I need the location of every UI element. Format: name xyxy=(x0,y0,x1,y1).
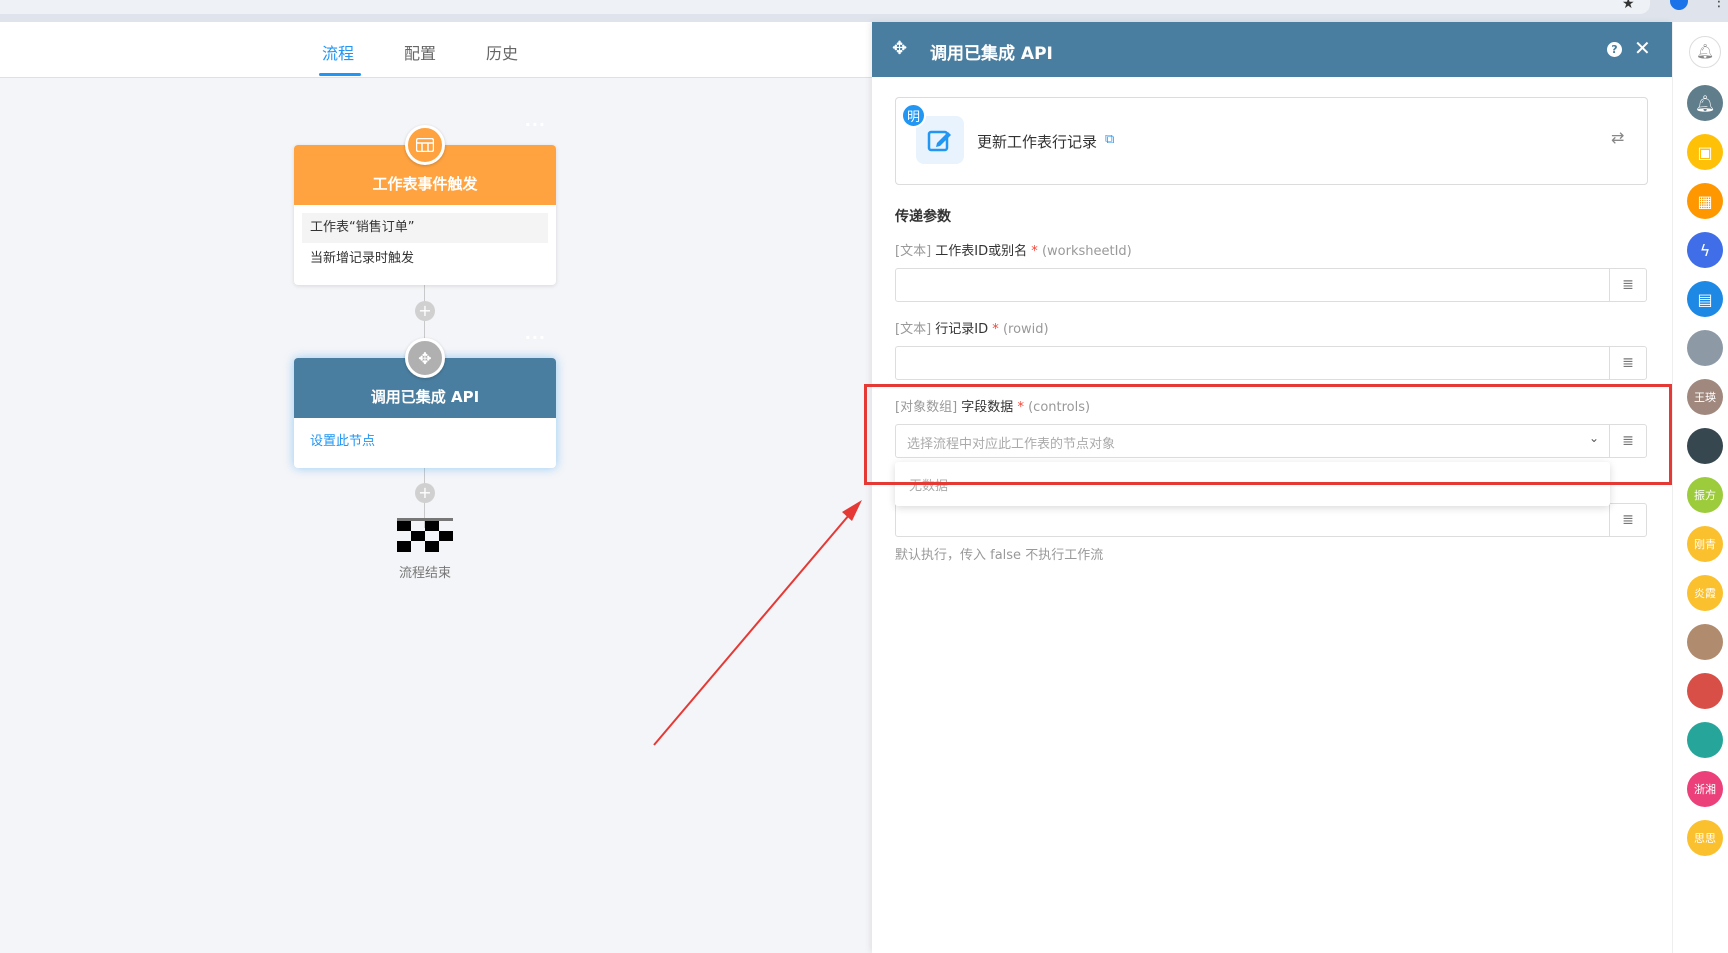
bell-icon[interactable]: 🔔︎ xyxy=(1689,36,1721,68)
execute-workflow-input[interactable] xyxy=(895,503,1610,537)
add-node-button[interactable]: + xyxy=(415,301,435,321)
flow-end-label: 流程结束 xyxy=(398,566,451,581)
workflow-tabs: 流程 配置 历史 xyxy=(0,22,872,78)
row-id-input[interactable] xyxy=(895,346,1610,380)
insert-variable-button[interactable]: ≣ xyxy=(1609,346,1647,380)
bookmark-star-icon[interactable]: ★ xyxy=(1622,0,1635,12)
tab-history[interactable]: 历史 xyxy=(486,40,518,64)
help-icon[interactable]: ? xyxy=(1607,42,1622,57)
flow-canvas: 工作表事件触发 ··· 工作表“销售订单” 当新增记录时触发 + 调用已集成 A… xyxy=(0,78,872,953)
worksheet-id-input[interactable] xyxy=(895,268,1610,302)
field-label-row-id: [文本] 行记录ID * (rowid) xyxy=(895,322,1049,337)
user-avatar[interactable]: 王瑛 xyxy=(1687,379,1723,415)
configure-node-link[interactable]: 设置此节点 xyxy=(294,426,556,458)
right-rail: 🔔︎ 🔔︎ ▣ ▦ ϟ ▤ 王瑛振方刚青炎霞浙湘思思 xyxy=(1672,22,1728,953)
profile-avatar-icon[interactable] xyxy=(1670,0,1688,10)
trigger-node-more-icon[interactable]: ··· xyxy=(525,117,546,133)
finish-flag-icon xyxy=(397,518,453,552)
browser-menu-icon[interactable]: ⋮ xyxy=(1712,0,1726,10)
user-avatar[interactable]: 振方 xyxy=(1687,477,1723,513)
tab-config[interactable]: 配置 xyxy=(404,40,436,64)
tab-flow[interactable]: 流程 xyxy=(322,40,354,64)
trigger-node-title: 工作表事件触发 xyxy=(372,175,478,193)
user-avatar[interactable]: 浙湘 xyxy=(1687,771,1723,807)
trigger-event: 当新增记录时触发 xyxy=(310,251,415,266)
node-config-drawer: ✥ 调用已集成 API ? ✕ 明 更新工作表行记录 ⧉ ⇄ 传递参数 [文本]… xyxy=(872,22,1672,953)
chat-icon[interactable]: ▤ xyxy=(1687,281,1723,317)
user-avatar[interactable]: 炎霞 xyxy=(1687,575,1723,611)
move-arrows-icon: ✥ xyxy=(405,338,445,378)
browser-toolbar: ★ ⋮ xyxy=(0,0,1728,22)
user-avatar[interactable] xyxy=(1687,428,1723,464)
user-avatar[interactable] xyxy=(1687,624,1723,660)
section-title: 传递参数 xyxy=(895,209,951,225)
grid-icon[interactable]: ▦ xyxy=(1687,183,1723,219)
add-node-button[interactable]: + xyxy=(415,483,435,503)
variable-list-icon: ≣ xyxy=(1622,277,1634,293)
drawer-header: ✥ 调用已集成 API ? ✕ xyxy=(872,22,1672,77)
drawer-title: 调用已集成 API xyxy=(930,44,1053,64)
user-avatar[interactable]: 思思 xyxy=(1687,820,1723,856)
action-card[interactable]: 明 更新工作表行记录 ⧉ ⇄ xyxy=(895,97,1648,185)
user-avatar[interactable] xyxy=(1687,722,1723,758)
close-icon[interactable]: ✕ xyxy=(1634,36,1651,60)
variable-list-icon: ≣ xyxy=(1622,355,1634,371)
action-name: 更新工作表行记录 xyxy=(977,133,1098,151)
swap-icon[interactable]: ⇄ xyxy=(1611,128,1624,147)
address-bar[interactable] xyxy=(0,0,1650,14)
app-cube-icon[interactable]: ▣ xyxy=(1687,134,1723,170)
trigger-node[interactable]: 工作表事件触发 ··· 工作表“销售订单” 当新增记录时触发 xyxy=(294,117,556,285)
external-link-icon[interactable]: ⧉ xyxy=(1105,132,1114,147)
api-node-more-icon[interactable]: ··· xyxy=(525,330,546,346)
user-avatar[interactable] xyxy=(1687,673,1723,709)
user-avatar[interactable] xyxy=(1687,330,1723,366)
user-avatar[interactable]: 刚青 xyxy=(1687,526,1723,562)
insert-variable-button[interactable]: ≣ xyxy=(1609,503,1647,537)
app-badge: 明 xyxy=(901,103,926,128)
lightning-icon[interactable]: ϟ xyxy=(1687,232,1723,268)
highlight-box xyxy=(864,384,1672,485)
bell-icon[interactable]: 🔔︎ xyxy=(1687,85,1723,121)
move-arrows-icon: ✥ xyxy=(892,38,908,59)
insert-variable-button[interactable]: ≣ xyxy=(1609,268,1647,302)
variable-list-icon: ≣ xyxy=(1622,512,1634,528)
api-node-title: 调用已集成 API xyxy=(370,388,480,406)
field-label-worksheet-id: [文本] 工作表ID或别名 * (worksheetId) xyxy=(895,244,1132,259)
execute-hint: 默认执行，传入 false 不执行工作流 xyxy=(895,548,1104,563)
active-tab-indicator xyxy=(319,73,361,76)
trigger-worksheet: 工作表“销售订单” xyxy=(302,213,548,243)
table-icon xyxy=(405,125,445,165)
